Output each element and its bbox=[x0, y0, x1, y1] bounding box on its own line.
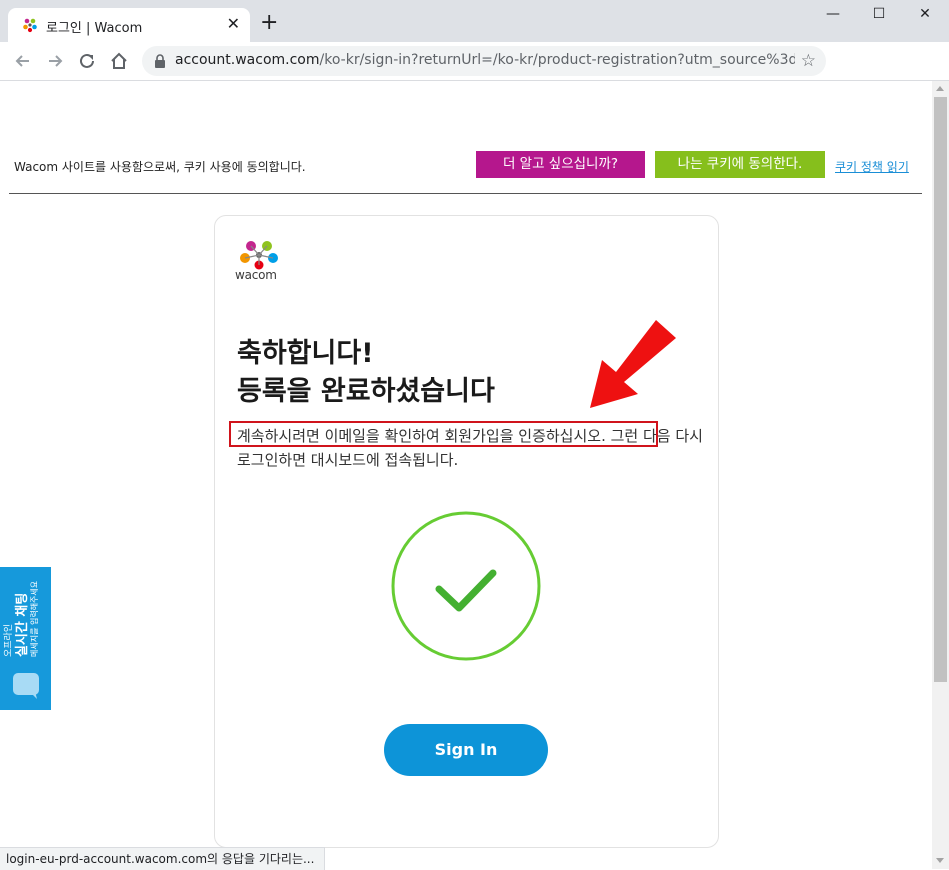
chat-status: 오프라인 bbox=[4, 623, 14, 657]
lock-icon bbox=[155, 54, 165, 68]
wacom-favicon bbox=[23, 18, 37, 33]
reload-icon[interactable] bbox=[76, 50, 98, 72]
url-host: account.wacom.com bbox=[175, 52, 320, 68]
registration-card: wacom 축하합니다! 등록을 완료하셨습니다 계속하시려면 이메일을 확인하… bbox=[214, 215, 719, 848]
scroll-up-arrow[interactable] bbox=[936, 86, 944, 91]
tab-close-button[interactable]: ✕ bbox=[227, 15, 240, 33]
cookie-message: Wacom 사이트를 사용함으로써, 쿠키 사용에 동의합니다. bbox=[14, 160, 306, 174]
chat-bubble-icon bbox=[13, 673, 39, 699]
chat-label: 오프라인 실시간 채팅 메세지를 입력해주세요 bbox=[4, 581, 40, 657]
address-bar[interactable]: account.wacom.com/ko-kr/sign-in?returnUr… bbox=[142, 46, 826, 76]
scroll-thumb[interactable] bbox=[934, 97, 947, 682]
tab-title: 로그인 | Wacom bbox=[46, 21, 143, 36]
forward-arrow-icon[interactable] bbox=[44, 50, 66, 72]
browser-status-bar: login-eu-prd-account.wacom.com의 응답을 기다리는… bbox=[0, 847, 326, 870]
chat-title: 실시간 채팅 bbox=[15, 592, 30, 657]
cookie-policy-link[interactable]: 쿠키 정책 읽기 bbox=[835, 158, 909, 175]
browser-titlebar: 로그인 | Wacom ✕ + — ☐ ✕ bbox=[0, 0, 949, 42]
accept-cookies-button[interactable]: 나는 쿠키에 동의한다. bbox=[655, 151, 825, 178]
page-viewport: Wacom 사이트를 사용함으로써, 쿠키 사용에 동의합니다. 더 알고 싶으… bbox=[0, 81, 932, 869]
back-arrow-icon[interactable] bbox=[12, 50, 34, 72]
new-tab-button[interactable]: + bbox=[260, 12, 278, 34]
browser-toolbar: account.wacom.com/ko-kr/sign-in?returnUr… bbox=[0, 42, 949, 114]
chat-prompt: 메세지를 입력해주세요 bbox=[30, 580, 39, 657]
url-text: account.wacom.com/ko-kr/sign-in?returnUr… bbox=[175, 52, 795, 68]
wacom-logo-text: wacom bbox=[235, 268, 277, 282]
heading-congrats: 축하합니다! bbox=[237, 338, 374, 369]
vertical-scrollbar[interactable] bbox=[932, 81, 949, 869]
home-icon[interactable] bbox=[108, 50, 130, 72]
browser-tab[interactable]: 로그인 | Wacom ✕ bbox=[8, 8, 250, 42]
close-window-button[interactable]: ✕ bbox=[902, 6, 948, 26]
check-icon bbox=[391, 511, 541, 661]
red-arrow-icon bbox=[590, 320, 676, 408]
minimize-button[interactable]: — bbox=[810, 6, 856, 26]
highlight-box bbox=[229, 421, 658, 447]
live-chat-widget[interactable]: 오프라인 실시간 채팅 메세지를 입력해주세요 bbox=[0, 567, 51, 710]
maximize-button[interactable]: ☐ bbox=[856, 6, 902, 26]
url-path: /ko-kr/sign-in?returnUrl=/ko-kr/product-… bbox=[319, 52, 795, 68]
heading-registration-complete: 등록을 완료하셨습니다 bbox=[237, 376, 495, 407]
cookie-banner-divider bbox=[9, 193, 922, 194]
sign-in-button[interactable]: Sign In bbox=[384, 724, 548, 776]
scroll-down-arrow[interactable] bbox=[936, 858, 944, 863]
star-icon[interactable]: ☆ bbox=[801, 51, 816, 71]
learn-more-button[interactable]: 더 알고 싶으십니까? bbox=[476, 151, 645, 178]
